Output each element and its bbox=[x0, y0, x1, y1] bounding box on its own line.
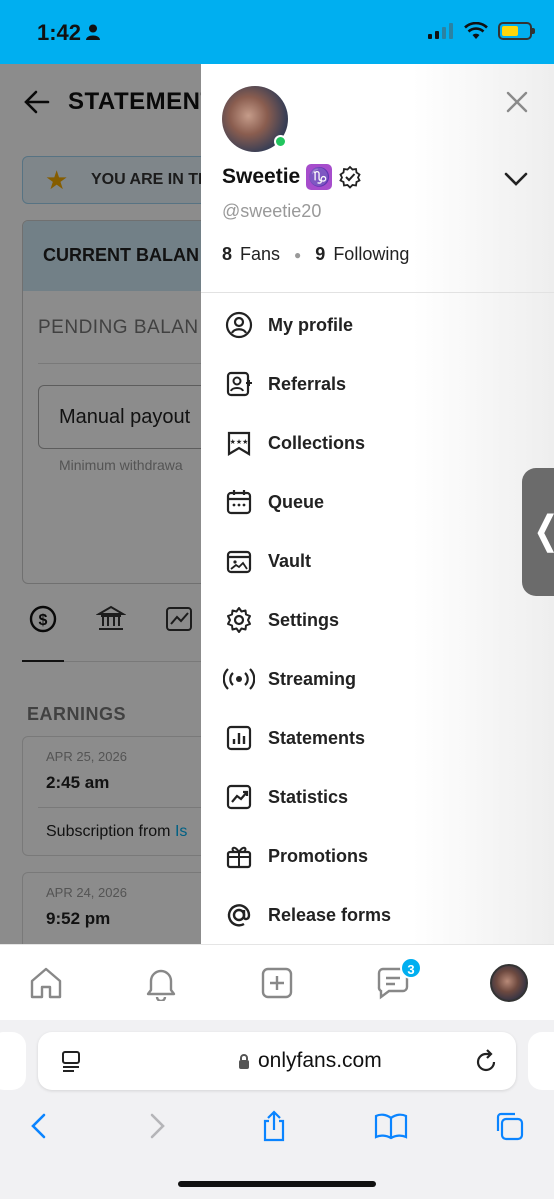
fans-following-row: 8 Fans ● 9 Following bbox=[222, 244, 410, 265]
menu-label: Settings bbox=[268, 609, 340, 630]
menu-label: Referrals bbox=[268, 373, 347, 394]
statements-icon bbox=[226, 725, 252, 751]
menu-item-settings[interactable]: Settings bbox=[201, 593, 554, 647]
menu-item-statistics[interactable]: Statistics bbox=[201, 770, 554, 824]
chevron-left-icon bbox=[31, 1113, 46, 1139]
menu-label: Statements bbox=[268, 727, 366, 748]
menu-label: Collections bbox=[268, 432, 366, 453]
nav-profile-button[interactable] bbox=[489, 963, 529, 1003]
following-label[interactable]: Following bbox=[333, 244, 409, 265]
status-time: 1:42 bbox=[37, 20, 82, 45]
url-text: onlyfans.com bbox=[258, 1049, 382, 1072]
nav-notifications-button[interactable] bbox=[141, 963, 181, 1003]
svg-text:★★★: ★★★ bbox=[230, 438, 249, 446]
menu-item-queue[interactable]: Queue bbox=[201, 475, 554, 529]
browser-back-button[interactable] bbox=[20, 1108, 56, 1144]
menu-item-promotions[interactable]: Promotions bbox=[201, 829, 554, 883]
browser-forward-button[interactable] bbox=[140, 1108, 176, 1144]
plus-square-icon bbox=[261, 967, 293, 999]
messages-badge: 3 bbox=[400, 957, 422, 979]
profile-icon bbox=[225, 311, 253, 339]
streaming-icon bbox=[223, 668, 255, 690]
at-icon bbox=[227, 904, 251, 927]
menu-item-vault[interactable]: Vault bbox=[201, 534, 554, 588]
book-icon bbox=[374, 1113, 408, 1140]
bell-icon bbox=[146, 969, 176, 1001]
collections-icon: ★★★ bbox=[227, 431, 251, 456]
menu-item-my-profile[interactable]: My profile bbox=[201, 298, 554, 352]
menu-label: Vault bbox=[268, 550, 312, 571]
nav-home-button[interactable] bbox=[26, 963, 66, 1003]
verified-icon bbox=[339, 165, 361, 189]
browser-toolbar: onlyfans.com bbox=[0, 1020, 554, 1199]
next-tab-peek[interactable] bbox=[528, 1032, 554, 1090]
avatar[interactable] bbox=[222, 86, 288, 152]
share-icon bbox=[263, 1110, 285, 1142]
battery-icon bbox=[498, 22, 535, 40]
share-button[interactable] bbox=[256, 1108, 292, 1144]
menu-item-statements[interactable]: Statements bbox=[201, 711, 554, 765]
previous-tab-peek[interactable] bbox=[0, 1032, 26, 1090]
wifi-icon bbox=[464, 22, 488, 39]
bottom-nav: 3 bbox=[0, 944, 554, 1020]
online-indicator bbox=[274, 135, 287, 148]
profile-name: Sweetie bbox=[222, 165, 301, 188]
gift-icon bbox=[226, 846, 252, 869]
status-indicators bbox=[428, 22, 535, 40]
lock-icon bbox=[239, 1054, 249, 1069]
side-handle-tab[interactable]: ❬ bbox=[522, 468, 554, 596]
menu-label: Release forms bbox=[268, 904, 392, 925]
menu-item-collections[interactable]: ★★★ Collections bbox=[201, 416, 554, 470]
profile-handle: @sweetie20 bbox=[222, 201, 322, 221]
menu-item-release-forms[interactable]: Release forms bbox=[201, 888, 554, 942]
close-button[interactable] bbox=[501, 86, 533, 118]
following-count: 9 bbox=[315, 244, 326, 264]
vault-icon bbox=[226, 550, 252, 574]
tabs-icon bbox=[496, 1112, 524, 1141]
menu-label: Streaming bbox=[268, 668, 357, 689]
chevron-right-icon bbox=[150, 1113, 165, 1139]
fans-label[interactable]: Fans bbox=[240, 244, 280, 265]
statistics-icon bbox=[226, 784, 252, 810]
avatar bbox=[490, 964, 528, 1002]
home-indicator bbox=[178, 1181, 376, 1187]
fans-count: 8 bbox=[222, 244, 233, 264]
menu-item-referrals[interactable]: Referrals bbox=[201, 357, 554, 411]
signal-icon bbox=[428, 23, 453, 39]
gear-icon bbox=[227, 607, 251, 633]
menu-item-streaming[interactable]: Streaming bbox=[201, 652, 554, 706]
address-bar[interactable]: onlyfans.com bbox=[38, 1032, 516, 1090]
chevron-left-icon: ❬ bbox=[530, 508, 554, 553]
bookmarks-button[interactable] bbox=[373, 1108, 409, 1144]
home-icon bbox=[30, 967, 62, 999]
menu-label: My profile bbox=[268, 314, 354, 335]
referrals-icon bbox=[226, 371, 252, 397]
close-icon bbox=[506, 91, 528, 113]
side-drawer: Sweetie ♑ @sweetie20 8 Fans ● 9 Followin… bbox=[201, 64, 554, 944]
nav-add-post-button[interactable] bbox=[257, 963, 297, 1003]
menu-label: Statistics bbox=[268, 786, 349, 807]
profile-name-row: Sweetie ♑ bbox=[222, 164, 362, 190]
menu-label: Promotions bbox=[268, 845, 369, 866]
page-menu-icon[interactable] bbox=[60, 1050, 82, 1072]
tabs-button[interactable] bbox=[491, 1108, 527, 1144]
menu-label: Queue bbox=[268, 491, 325, 512]
person-icon bbox=[86, 24, 100, 40]
zodiac-icon: ♑ bbox=[306, 164, 333, 190]
reload-icon[interactable] bbox=[474, 1048, 498, 1074]
status-bar: 1:42 bbox=[0, 0, 554, 64]
calendar-icon bbox=[226, 490, 252, 515]
chevron-down-icon[interactable] bbox=[503, 170, 529, 188]
